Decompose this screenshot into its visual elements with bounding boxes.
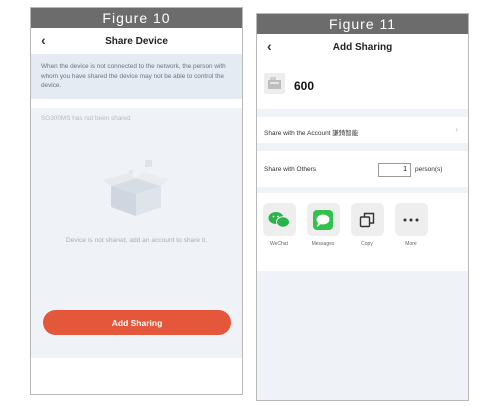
person-count-field[interactable]: 1 xyxy=(378,163,411,177)
figure-10-panel: Figure 10 ‹ Share Device When the device… xyxy=(30,7,243,395)
share-others-label: Share with Others xyxy=(264,166,317,173)
nav-bar: ‹ Add Sharing xyxy=(257,34,468,60)
chevron-right-icon: › xyxy=(455,125,458,134)
share-option-messages[interactable]: Messages xyxy=(303,203,343,247)
share-option-label: WeChat xyxy=(270,241,288,247)
share-option-wechat[interactable]: WeChat xyxy=(259,203,299,247)
share-option-more[interactable]: More xyxy=(391,203,431,247)
empty-state-text: Device is not shared, add an account to … xyxy=(65,237,208,244)
more-icon xyxy=(394,203,428,236)
back-icon[interactable]: ‹ xyxy=(267,39,272,53)
share-with-others-row: Share with Others 1 person(s) xyxy=(257,151,468,187)
figure-label: Figure 10 xyxy=(31,8,242,28)
page-title: Share Device xyxy=(105,35,168,47)
share-with-account-row[interactable]: Share with the Account 謙錡智能 › xyxy=(257,117,468,143)
messages-icon xyxy=(306,203,340,236)
share-option-label: More xyxy=(405,241,417,247)
device-name: 600 xyxy=(294,79,315,93)
share-option-label: Copy xyxy=(361,241,373,247)
wechat-icon xyxy=(262,203,296,236)
figure-label: Figure 11 xyxy=(257,14,468,34)
add-sharing-button[interactable]: Add Sharing xyxy=(43,310,231,335)
page-title: Add Sharing xyxy=(332,41,393,53)
device-row: 600 xyxy=(257,60,468,109)
figure-11-panel: Figure 11 ‹ Add Sharing 600 Share with t… xyxy=(256,13,469,401)
network-notice: When the device is not connected to the … xyxy=(31,54,242,99)
share-options-grid: WeChat Messages Copy More xyxy=(257,193,468,271)
copy-icon xyxy=(350,203,384,236)
nav-bar: ‹ Share Device xyxy=(31,28,242,54)
empty-box-icon xyxy=(103,160,169,216)
person-unit-label: person(s) xyxy=(415,166,443,173)
share-account-label: Share with the Account 謙錡智能 xyxy=(264,130,359,137)
share-content: SG300MS has not been shared Device is no… xyxy=(31,108,242,358)
back-icon[interactable]: ‹ xyxy=(41,33,46,47)
add-sharing-content: 600 Share with the Account 謙錡智能 › Share … xyxy=(257,60,468,400)
share-option-copy[interactable]: Copy xyxy=(347,203,387,247)
not-shared-status: SG300MS has not been shared xyxy=(41,115,131,122)
share-option-label: Messages xyxy=(311,241,335,247)
device-icon xyxy=(264,73,285,94)
